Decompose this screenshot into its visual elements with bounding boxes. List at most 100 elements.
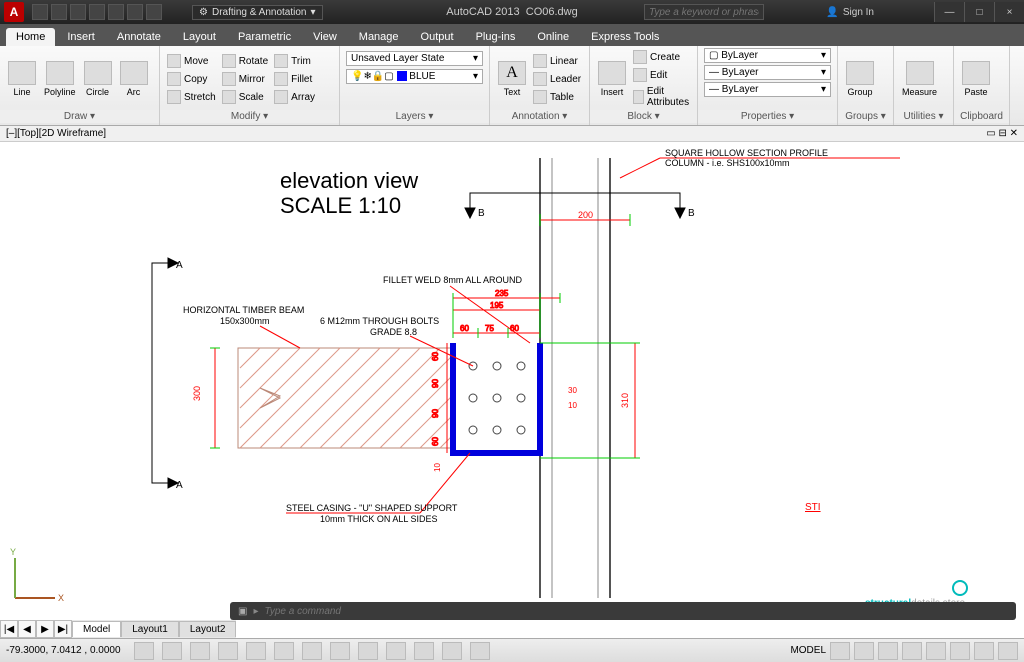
layer-state-combo[interactable]: Unsaved Layer State▾ bbox=[346, 51, 483, 66]
status-model[interactable]: MODEL bbox=[790, 645, 826, 656]
help-search-input[interactable] bbox=[644, 4, 764, 20]
workspace-switcher[interactable]: ⚙ Drafting & Annotation ▾ bbox=[192, 5, 323, 20]
sheet-first-button[interactable]: |◀ bbox=[0, 620, 18, 638]
insert-button[interactable]: Insert bbox=[596, 59, 628, 99]
sheet-layout2[interactable]: Layout2 bbox=[179, 621, 237, 637]
qat-open-icon[interactable] bbox=[51, 4, 67, 20]
color-combo[interactable]: ▢ ByLayer▾ bbox=[704, 48, 831, 63]
tab-insert[interactable]: Insert bbox=[57, 28, 105, 46]
text-button[interactable]: AText bbox=[496, 59, 528, 99]
tab-parametric[interactable]: Parametric bbox=[228, 28, 301, 46]
sheet-layout1[interactable]: Layout1 bbox=[121, 621, 179, 637]
viewport-controls[interactable]: [–][Top][2D Wireframe] ▭ ⊟ ✕ bbox=[0, 126, 1024, 142]
sheet-model[interactable]: Model bbox=[72, 621, 121, 637]
workspace-switch-button[interactable] bbox=[926, 642, 946, 660]
mirror-button[interactable]: Mirror bbox=[221, 71, 269, 87]
measure-button[interactable]: Measure bbox=[900, 59, 939, 99]
signin-button[interactable]: 👤 Sign In bbox=[826, 7, 874, 18]
command-line[interactable]: ▣ ▸ bbox=[230, 602, 1016, 620]
tab-home[interactable]: Home bbox=[6, 28, 55, 46]
tab-view[interactable]: View bbox=[303, 28, 347, 46]
panel-label-layers[interactable]: Layers ▾ bbox=[340, 110, 489, 123]
edit-attr-button[interactable]: Edit Attributes bbox=[632, 85, 693, 109]
status-icon2[interactable] bbox=[854, 642, 874, 660]
create-block-button[interactable]: Create bbox=[632, 49, 693, 65]
tab-expresstools[interactable]: Express Tools bbox=[581, 28, 669, 46]
sheet-prev-button[interactable]: ◀ bbox=[18, 620, 36, 638]
rotate-button[interactable]: Rotate bbox=[221, 53, 269, 69]
app-menu-button[interactable]: A bbox=[4, 2, 24, 22]
qp-button[interactable] bbox=[442, 642, 462, 660]
viewport-label-text[interactable]: [–][Top][2D Wireframe] bbox=[6, 128, 106, 139]
drawing-title: elevation view bbox=[280, 168, 418, 193]
annotation-scale-button[interactable] bbox=[902, 642, 922, 660]
isolate-button[interactable] bbox=[974, 642, 994, 660]
panel-label-modify[interactable]: Modify ▾ bbox=[160, 110, 339, 123]
panel-label-utilities[interactable]: Utilities ▾ bbox=[894, 110, 953, 123]
qat-undo-icon[interactable] bbox=[127, 4, 143, 20]
tab-layout[interactable]: Layout bbox=[173, 28, 226, 46]
lwt-button[interactable] bbox=[386, 642, 406, 660]
fillet-button[interactable]: Fillet bbox=[273, 71, 316, 87]
stretch-button[interactable]: Stretch bbox=[166, 89, 217, 105]
clean-screen-button[interactable] bbox=[998, 642, 1018, 660]
minimize-button[interactable]: — bbox=[934, 2, 964, 22]
ortho-button[interactable] bbox=[190, 642, 210, 660]
array-button[interactable]: Array bbox=[273, 89, 316, 105]
linear-dim-button[interactable]: Linear bbox=[532, 53, 582, 69]
qat-save-icon[interactable] bbox=[70, 4, 86, 20]
tab-manage[interactable]: Manage bbox=[349, 28, 409, 46]
panel-label-properties[interactable]: Properties ▾ bbox=[698, 110, 837, 123]
tab-online[interactable]: Online bbox=[527, 28, 579, 46]
edit-block-button[interactable]: Edit bbox=[632, 67, 693, 83]
dyn-button[interactable] bbox=[358, 642, 378, 660]
panel-label-block[interactable]: Block ▾ bbox=[590, 110, 697, 123]
polyline-button[interactable]: Polyline bbox=[42, 59, 78, 99]
sheet-last-button[interactable]: ▶| bbox=[54, 620, 72, 638]
hardware-accel-button[interactable] bbox=[950, 642, 970, 660]
drawing-canvas[interactable]: elevation view SCALE 1:10 B B SQUARE HOL… bbox=[0, 148, 1024, 618]
line-button[interactable]: Line bbox=[6, 59, 38, 99]
osnap3d-button[interactable] bbox=[274, 642, 294, 660]
osnap-button[interactable] bbox=[246, 642, 266, 660]
viewport-menu-icon[interactable]: ▭ ⊟ ✕ bbox=[986, 128, 1018, 139]
polar-button[interactable] bbox=[218, 642, 238, 660]
qat-plot-icon[interactable] bbox=[108, 4, 124, 20]
tab-annotate[interactable]: Annotate bbox=[107, 28, 171, 46]
close-button[interactable]: × bbox=[994, 2, 1024, 22]
panel-label-annotation[interactable]: Annotation ▾ bbox=[490, 110, 589, 123]
circle-button[interactable]: Circle bbox=[82, 59, 114, 99]
grid-button[interactable] bbox=[162, 642, 182, 660]
arc-button[interactable]: Arc bbox=[118, 59, 150, 99]
snap-button[interactable] bbox=[134, 642, 154, 660]
qat-saveas-icon[interactable] bbox=[89, 4, 105, 20]
command-input[interactable] bbox=[264, 606, 1008, 617]
table-button[interactable]: Table bbox=[532, 89, 582, 105]
panel-label-draw[interactable]: Draw ▾ bbox=[0, 110, 159, 123]
paste-button[interactable]: Paste bbox=[960, 59, 992, 99]
leader-button[interactable]: Leader bbox=[532, 71, 582, 87]
move-button[interactable]: Move bbox=[166, 53, 217, 69]
sc-button[interactable] bbox=[470, 642, 490, 660]
status-icon1[interactable] bbox=[830, 642, 850, 660]
sheet-next-button[interactable]: ▶ bbox=[36, 620, 54, 638]
group-button[interactable]: Group bbox=[844, 59, 876, 99]
linetype-combo[interactable]: — ByLayer▾ bbox=[704, 65, 831, 80]
maximize-button[interactable]: □ bbox=[964, 2, 994, 22]
trim-button[interactable]: Trim bbox=[273, 53, 316, 69]
status-icon3[interactable] bbox=[878, 642, 898, 660]
copy-button[interactable]: Copy bbox=[166, 71, 217, 87]
qat-new-icon[interactable] bbox=[32, 4, 48, 20]
titlebar: A ⚙ Drafting & Annotation ▾ AutoCAD 2013… bbox=[0, 0, 1024, 24]
qat-redo-icon[interactable] bbox=[146, 4, 162, 20]
tab-output[interactable]: Output bbox=[411, 28, 464, 46]
lineweight-combo[interactable]: — ByLayer▾ bbox=[704, 82, 831, 97]
panel-layers: Unsaved Layer State▾ 💡❄🔒▢ BLUE▾ Layers ▾ bbox=[340, 46, 490, 125]
tab-plugins[interactable]: Plug-ins bbox=[466, 28, 526, 46]
tpy-button[interactable] bbox=[414, 642, 434, 660]
ducs-button[interactable] bbox=[330, 642, 350, 660]
layer-combo[interactable]: 💡❄🔒▢ BLUE▾ bbox=[346, 69, 483, 84]
otrack-button[interactable] bbox=[302, 642, 322, 660]
scale-button[interactable]: Scale bbox=[221, 89, 269, 105]
panel-label-groups[interactable]: Groups ▾ bbox=[838, 110, 893, 123]
